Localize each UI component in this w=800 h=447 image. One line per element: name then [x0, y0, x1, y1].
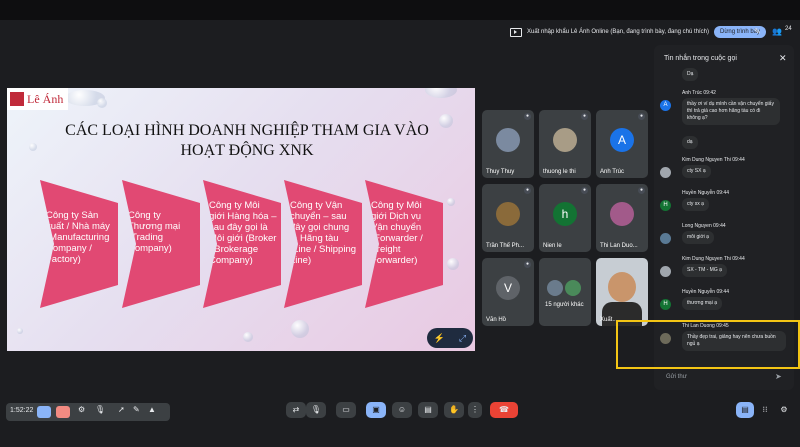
bubble-decoration — [291, 320, 309, 338]
presentation-slide: Lê Ánh CÁC LOẠI HÌNH DOANH NGHIỆP THAM G… — [7, 88, 475, 351]
logo-text: Lê Ánh — [27, 91, 64, 106]
chat-title: Tin nhắn trong cuộc gọi — [664, 55, 737, 62]
people-icon[interactable]: 👥 — [772, 27, 782, 36]
participant-name: Văn Hồ — [486, 317, 507, 323]
mic-status-icon: ● — [524, 187, 531, 194]
settings-icon[interactable]: ⚙ — [78, 405, 85, 414]
pen-icon[interactable]: ✎ — [133, 405, 140, 414]
bubble-decoration — [243, 332, 253, 342]
bubble-decoration — [447, 198, 455, 206]
chat-button[interactable]: ▤ — [736, 402, 754, 418]
participant-tile-others[interactable]: 15 người khác — [539, 258, 591, 326]
avatar — [547, 280, 563, 296]
more-options-button[interactable]: ⋮ — [468, 402, 482, 418]
logo-mark-icon — [10, 92, 24, 106]
participant-name: Xuất... — [600, 317, 618, 323]
bubble-decoration — [447, 258, 459, 270]
cursor-icon[interactable]: ➚ — [118, 405, 125, 414]
chat-input-placeholder: Gửi thư — [666, 374, 687, 380]
avatar — [553, 128, 577, 152]
captions-button[interactable]: ▤ — [418, 402, 438, 418]
mic-icon[interactable]: 🎙 — [95, 405, 105, 414]
presenting-text: Xuất nhập khẩu Lê Ánh Online (Bạn, đang … — [527, 29, 710, 35]
present-screen-icon — [510, 27, 522, 37]
bottom-control-bar: 1:52:22 ⚙ 🎙 ➚ ✎ ▲ ⇄ 🎙 ▭ ▣ ☺ ▤ ✋ ⋮ ☎ ▤ ⁝⁝… — [0, 395, 800, 447]
business-type-item: Công ty Vận chuyển – sau đây gọi chung l… — [284, 180, 362, 308]
annotation-icon[interactable]: ✎ — [754, 27, 761, 36]
pointer-icon[interactable]: ⚡ — [434, 333, 445, 344]
business-type-item: Công ty Môi giới Hàng hóa – sau đây gọi … — [203, 180, 281, 308]
close-icon[interactable]: ✕ — [779, 53, 787, 64]
participant-tile[interactable]: ● Trần Thế Ph... — [482, 184, 534, 252]
participant-name: Thuy Thuy — [486, 169, 515, 175]
chat-input[interactable]: Gửi thư ➤ — [660, 370, 788, 386]
avatar — [496, 128, 520, 152]
avatar — [565, 280, 581, 296]
mic-status-icon: ● — [581, 113, 588, 120]
participant-name: Nien le — [543, 243, 562, 249]
audio-settings-button[interactable]: ⇄ — [286, 402, 306, 418]
activities-button[interactable]: ⁝⁝ — [757, 402, 773, 418]
present-button[interactable]: ▣ — [366, 402, 386, 418]
host-controls-button[interactable]: ⚙ — [776, 402, 792, 418]
mic-status-icon: ● — [524, 261, 531, 268]
stop-icon[interactable] — [56, 406, 70, 418]
participant-count: 24 — [785, 26, 792, 32]
expand-icon[interactable]: ⤢ — [459, 333, 466, 344]
avatar: H — [660, 299, 671, 310]
participant-tile[interactable]: ● A Anh Trúc — [596, 110, 648, 178]
camera-button[interactable]: ▭ — [336, 402, 356, 418]
avatar — [496, 202, 520, 226]
mic-status-icon: ● — [638, 113, 645, 120]
bubble-decoration — [29, 143, 37, 151]
slide-controls[interactable]: ⚡ ⤢ — [427, 328, 473, 348]
highlighter-icon[interactable]: ▲ — [148, 405, 156, 414]
emoji-button[interactable]: ☺ — [392, 402, 412, 418]
bubble-decoration — [17, 328, 23, 334]
participant-tile[interactable]: ● h Nien le — [539, 184, 591, 252]
participant-name: Thi Lan Duo... — [600, 243, 638, 249]
raise-hand-button[interactable]: ✋ — [444, 402, 464, 418]
avatar — [610, 202, 634, 226]
avatar: H — [660, 200, 671, 211]
avatar — [660, 266, 671, 277]
participant-name: 15 người khác — [545, 302, 584, 308]
participant-tile[interactable]: ● V Văn Hồ — [482, 258, 534, 326]
mic-status-icon: ● — [524, 113, 531, 120]
participant-tile-self[interactable]: Xuất... — [596, 258, 648, 326]
leave-call-button[interactable]: ☎ — [490, 402, 518, 418]
bubble-decoration — [425, 88, 457, 98]
participant-name: Anh Trúc — [600, 169, 625, 175]
participant-name: thuong le thi — [543, 169, 576, 175]
bubble-decoration — [97, 98, 107, 108]
top-bar — [0, 0, 800, 20]
business-type-item: Công ty Sản xuất / Nhà máy (Manufacturin… — [40, 180, 118, 308]
meeting-time: 1:52:22 — [10, 407, 34, 414]
company-logo: Lê Ánh — [7, 88, 68, 110]
avatar: A — [660, 100, 671, 111]
participant-tile[interactable]: ● Thuy Thuy — [482, 110, 534, 178]
avatar: A — [610, 128, 634, 152]
slide-title: CÁC LOẠI HÌNH DOANH NGHIỆP THAM GIA VÀO … — [65, 122, 429, 159]
presenting-banner: Xuất nhập khẩu Lê Ánh Online (Bạn, đang … — [510, 22, 767, 42]
pause-icon[interactable] — [37, 406, 51, 418]
mic-status-icon: ● — [581, 187, 588, 194]
avatar — [660, 167, 671, 178]
avatar — [608, 272, 636, 302]
mic-status-icon: ● — [638, 187, 645, 194]
avatar: h — [553, 202, 577, 226]
avatar — [660, 233, 671, 244]
participant-tile[interactable]: ● Thi Lan Duo... — [596, 184, 648, 252]
highlight-annotation — [616, 320, 800, 369]
send-icon[interactable]: ➤ — [775, 372, 782, 381]
avatar: V — [496, 276, 520, 300]
participant-name: Trần Thế Ph... — [486, 243, 525, 249]
business-type-item: Công ty Thương mại (Trading Company) — [122, 180, 200, 308]
business-type-item: Công ty Môi giới Dịch vụ Vận chuyển (For… — [365, 180, 443, 308]
mic-button[interactable]: 🎙 — [306, 402, 326, 418]
participant-tile[interactable]: ● thuong le thi — [539, 110, 591, 178]
